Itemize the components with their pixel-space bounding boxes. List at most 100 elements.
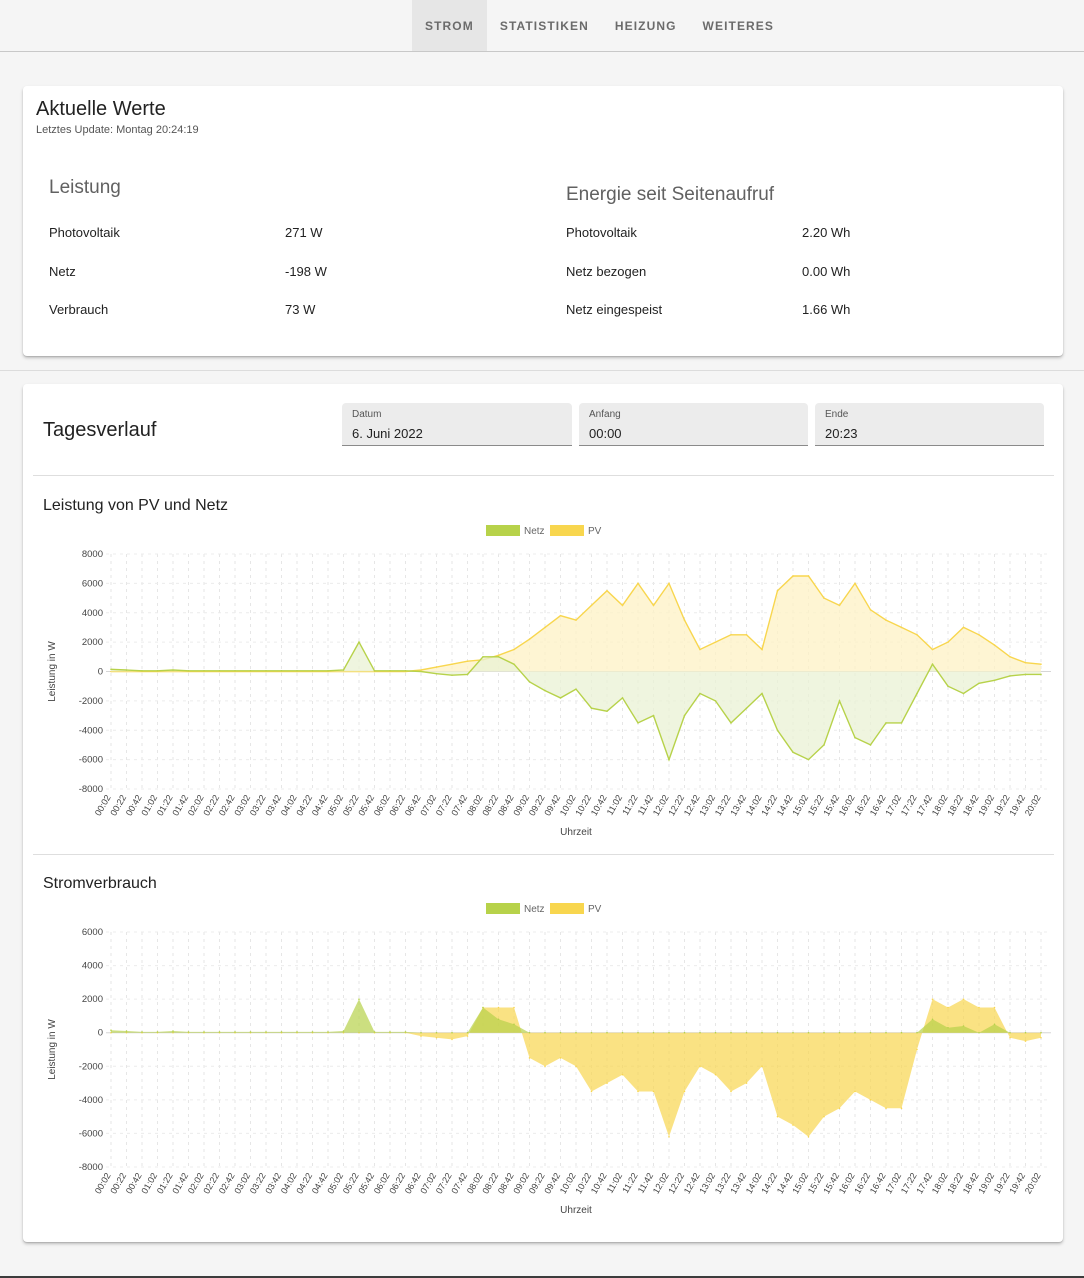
series-pv-point <box>745 1082 748 1084</box>
series-netz-point <box>125 1030 128 1032</box>
series-pv-point <box>497 654 500 657</box>
series-pv-point <box>637 582 639 585</box>
series-netz-point <box>730 722 732 724</box>
series-netz-point <box>854 1031 856 1034</box>
series-pv-point <box>931 648 934 651</box>
series-netz-point <box>947 1026 949 1029</box>
series-netz-point <box>203 669 205 672</box>
series-netz-point <box>590 707 593 710</box>
end-time-label: Ende <box>825 409 849 420</box>
series-netz-point <box>466 673 469 676</box>
series-pv-point <box>776 1115 779 1118</box>
series-pv-point <box>993 1006 996 1009</box>
series-pv-point <box>838 1107 841 1110</box>
start-time-value: 00:00 <box>589 426 622 441</box>
series-netz-point <box>947 685 949 687</box>
series-netz-point <box>125 669 128 671</box>
series-pv-point <box>1009 1036 1011 1039</box>
legend-netz-swatch <box>486 525 520 536</box>
series-pv-point <box>606 589 608 592</box>
series-netz-point <box>420 670 422 673</box>
series-netz-point <box>776 1031 779 1034</box>
series-pv-point <box>869 609 872 611</box>
series-netz-point <box>962 692 965 695</box>
series-netz-point <box>621 697 624 699</box>
series-netz-point <box>327 1031 329 1033</box>
series-netz-point <box>187 1031 190 1033</box>
tab-weiteres[interactable]: WEITERES <box>690 0 787 51</box>
legend-pv-label: PV <box>588 526 602 537</box>
y-axis-title: Leistung in W <box>47 641 58 702</box>
y-tick-label: 0 <box>98 1028 103 1039</box>
legend-pv-swatch <box>550 525 584 536</box>
series-pv-point <box>823 1115 825 1118</box>
series-netz-point <box>978 1031 980 1034</box>
series-netz-point <box>699 692 701 695</box>
series-pv-point <box>451 1038 453 1041</box>
series-pv-point <box>621 604 624 607</box>
series-netz-point <box>745 707 748 710</box>
series-netz-point <box>885 722 887 724</box>
series-pv-point <box>575 1065 577 1068</box>
series-netz-point <box>1024 673 1027 676</box>
power-verbrauch-label: Verbrauch <box>49 302 109 317</box>
series-netz-point <box>342 669 345 671</box>
x-tick-label: 10:42 <box>589 1171 609 1196</box>
series-netz-point <box>730 1031 732 1034</box>
current-values-card: Aktuelle Werte Letztes Update: Montag 20… <box>23 86 1063 356</box>
energy-netz-bezogen-label: Netz bezogen <box>566 264 647 279</box>
series-pv-point <box>621 1073 624 1076</box>
series-netz-point <box>187 669 190 672</box>
series-netz-point <box>311 1031 314 1033</box>
consumption-chart: Netz PV6000400020000-2000-4000-6000-80000… <box>47 903 1051 1216</box>
series-netz-point <box>358 998 360 1000</box>
energy-section-title: Energie seit Seitenaufruf <box>566 184 775 205</box>
card-divider-2 <box>33 854 1054 855</box>
start-time-field[interactable]: Anfang 00:00 <box>579 403 808 446</box>
series-netz-point <box>404 669 407 672</box>
series-pv-point <box>1009 656 1011 658</box>
series-netz-point <box>606 710 608 712</box>
x-tick-label: 20:02 <box>1023 793 1043 818</box>
y-axis-title: Leistung in W <box>47 1019 58 1080</box>
series-netz-point <box>528 680 531 683</box>
top-app-bar: STROM STATISTIKEN HEIZUNG WEITERES <box>0 0 1084 52</box>
series-pv-point <box>916 1048 918 1051</box>
series-netz-point <box>699 1031 701 1034</box>
series-netz-point <box>482 1006 484 1009</box>
series-pv-point <box>838 604 841 607</box>
y-tick-label: 6000 <box>82 927 103 938</box>
date-field[interactable]: Datum 6. Juni 2022 <box>342 403 572 446</box>
end-time-field[interactable]: Ende 20:23 <box>815 403 1044 446</box>
end-time-value: 20:23 <box>825 426 858 441</box>
series-pv-point <box>761 1065 763 1068</box>
series-pv-point <box>885 619 887 621</box>
series-pv-point <box>466 660 469 663</box>
power-pv-value: 271 W <box>285 225 323 240</box>
series-netz-point <box>807 758 810 761</box>
y-tick-label: -4000 <box>79 1095 103 1106</box>
series-netz-point <box>110 668 112 671</box>
tab-statistiken[interactable]: STATISTIKEN <box>487 0 602 51</box>
series-pv-point <box>606 1082 608 1084</box>
series-pv-point <box>1024 661 1027 664</box>
series-netz-point <box>156 669 159 672</box>
series-pv-point <box>513 1006 515 1009</box>
series-pv-point <box>513 648 515 651</box>
section-divider <box>0 370 1084 371</box>
series-netz-point <box>280 669 283 672</box>
chart-legend: Netz PV <box>486 903 602 915</box>
series-pv-point <box>575 619 577 621</box>
series-netz-point <box>172 669 174 671</box>
series-netz-point <box>885 1031 887 1034</box>
series-pv-point <box>714 1073 717 1076</box>
series-pv-point <box>683 1090 686 1093</box>
series-netz-point <box>683 714 686 717</box>
tab-strom[interactable]: STROM <box>412 0 487 51</box>
series-netz-point <box>559 697 562 699</box>
series-netz-point <box>435 672 438 675</box>
tab-heizung[interactable]: HEIZUNG <box>602 0 690 51</box>
series-netz-point <box>218 669 221 672</box>
series-pv-point <box>978 1006 980 1009</box>
series-netz-point <box>404 1031 407 1033</box>
